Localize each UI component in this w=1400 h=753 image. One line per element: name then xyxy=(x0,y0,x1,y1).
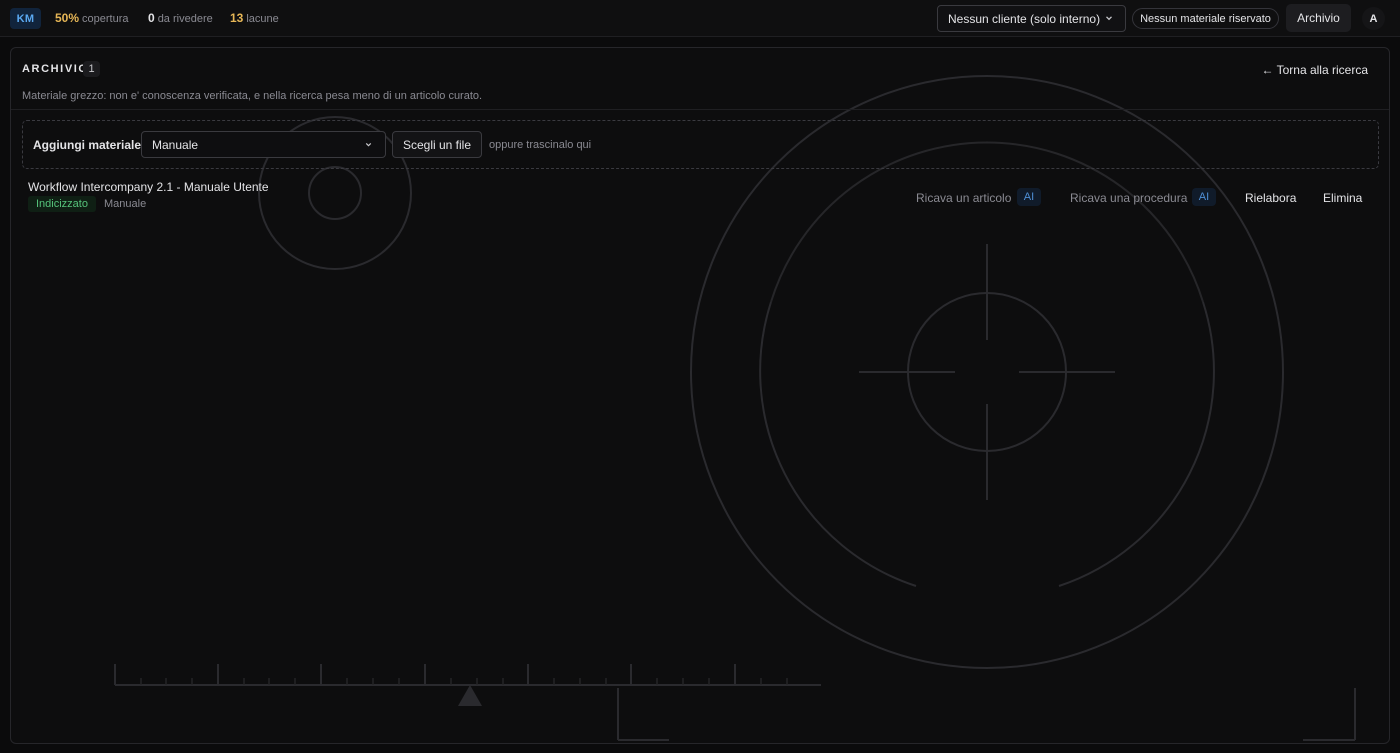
ai-badge: AI xyxy=(1017,188,1041,206)
derive-procedure-button[interactable]: Ricava una procedura xyxy=(1070,191,1187,205)
client-select-value: Nessun cliente (solo interno) xyxy=(948,11,1101,26)
rework-button[interactable]: Rielabora xyxy=(1245,191,1296,205)
panel-header: ARCHIVIO 1 ← Torna alla ricerca Material… xyxy=(11,48,1389,110)
archive-count-badge: 1 xyxy=(83,61,100,77)
stat-coverage-label: copertura xyxy=(82,13,129,25)
derive-article-button[interactable]: Ricava un articolo xyxy=(916,191,1011,205)
document-type: Manuale xyxy=(104,198,147,210)
stat-coverage: 50% copertura xyxy=(55,11,129,25)
user-avatar[interactable]: A xyxy=(1362,7,1385,30)
chevron-down-icon xyxy=(1106,16,1112,21)
stat-to-review-label: da rivedere xyxy=(157,13,213,25)
ai-badge: AI xyxy=(1192,188,1216,206)
stat-to-review-value: 0 xyxy=(148,11,155,25)
document-title[interactable]: Workflow Intercompany 2.1 - Manuale Uten… xyxy=(28,180,269,194)
stat-coverage-value: 50% xyxy=(55,11,80,25)
add-material-label: Aggiungi materiale xyxy=(33,138,142,152)
reserved-material-button[interactable]: Nessun materiale riservato xyxy=(1132,8,1279,29)
back-to-search-link[interactable]: ← Torna alla ricerca xyxy=(1262,63,1369,77)
choose-file-button[interactable]: Scegli un file xyxy=(392,131,482,158)
delete-button[interactable]: Elimina xyxy=(1323,191,1362,205)
client-select[interactable]: Nessun cliente (solo interno) xyxy=(937,5,1126,32)
stat-gaps: 13 lacune xyxy=(230,11,279,25)
drop-hint: oppure trascinalo qui xyxy=(489,139,592,151)
top-bar: KM 50% copertura 0 da rivedere 13 lacune Ne… xyxy=(0,0,1400,37)
upload-dropzone[interactable]: Aggiungi materiale Manuale Scegli un fil… xyxy=(22,120,1379,169)
chevron-down-icon xyxy=(365,143,372,147)
archive-nav-button[interactable]: Archivio xyxy=(1286,4,1351,32)
archive-panel: ARCHIVIO 1 ← Torna alla ricerca Material… xyxy=(10,47,1390,744)
material-type-select[interactable]: Manuale xyxy=(141,131,386,158)
list-item: Workflow Intercompany 2.1 - Manuale Uten… xyxy=(11,173,1389,219)
stat-gaps-label: lacune xyxy=(246,13,279,25)
page-title: ARCHIVIO xyxy=(22,63,89,75)
stat-gaps-value: 13 xyxy=(230,11,244,25)
stat-to-review: 0 da rivedere xyxy=(148,11,213,25)
app-logo[interactable]: KM xyxy=(10,8,41,29)
panel-subtitle: Materiale grezzo: non e' conoscenza veri… xyxy=(22,90,483,102)
material-type-value: Manuale xyxy=(152,137,199,152)
status-badge: Indicizzato xyxy=(28,196,96,212)
